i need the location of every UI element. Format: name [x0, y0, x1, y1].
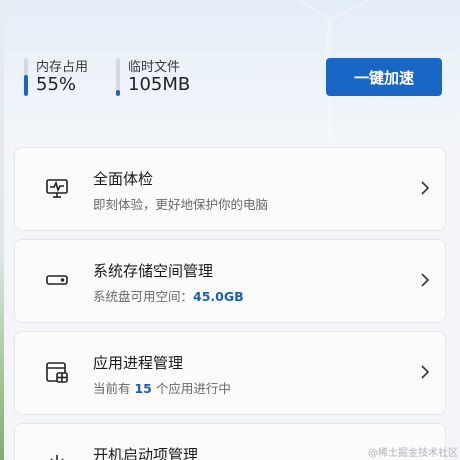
- stat-level-fill: [24, 75, 28, 96]
- memory-usage-label: 内存占用: [36, 60, 89, 75]
- stat-level-fill: [116, 90, 120, 96]
- temp-files-stat: 临时文件 105MB: [116, 56, 226, 98]
- running-app-count: 15: [134, 381, 152, 396]
- temp-files-value: 105MB: [128, 74, 191, 95]
- one-click-boost-button[interactable]: 一键加速: [326, 58, 442, 96]
- card-process-management[interactable]: 应用进程管理 当前有 15 个应用进行中: [14, 331, 446, 415]
- free-space-value: 45.0GB: [193, 289, 244, 304]
- storage-drive-icon: [46, 275, 68, 285]
- chevron-right-icon: [421, 365, 430, 379]
- card-subtitle: 当前有 15 个应用进行中: [93, 381, 231, 396]
- card-full-checkup[interactable]: 全面体检 即刻体验，更好地保护你的电脑: [14, 147, 446, 231]
- memory-usage-value: 55%: [36, 74, 77, 95]
- card-subtitle: 即刻体验，更好地保护你的电脑: [93, 197, 269, 212]
- memory-usage-stat: 内存占用 55%: [24, 56, 114, 98]
- temp-files-label: 临时文件: [128, 60, 181, 75]
- chevron-right-icon: [421, 273, 430, 287]
- card-title: 开机启动项管理: [93, 446, 199, 460]
- card-subtitle: 系统盘可用空间：45.0GB: [93, 289, 244, 304]
- card-title: 应用进程管理: [93, 354, 184, 372]
- temp-files-bar: [116, 58, 120, 96]
- monitor-pulse-icon: [46, 179, 68, 198]
- power-icon: [50, 455, 64, 460]
- card-title: 系统存储空间管理: [93, 262, 214, 280]
- chevron-right-icon: [421, 181, 430, 195]
- card-title: 全面体检: [93, 170, 154, 188]
- watermark: @稀土掘金技术社区: [368, 448, 458, 459]
- card-storage-management[interactable]: 系统存储空间管理 系统盘可用空间：45.0GB: [14, 239, 446, 323]
- memory-usage-bar: [24, 58, 28, 96]
- app-window-icon: [46, 362, 68, 383]
